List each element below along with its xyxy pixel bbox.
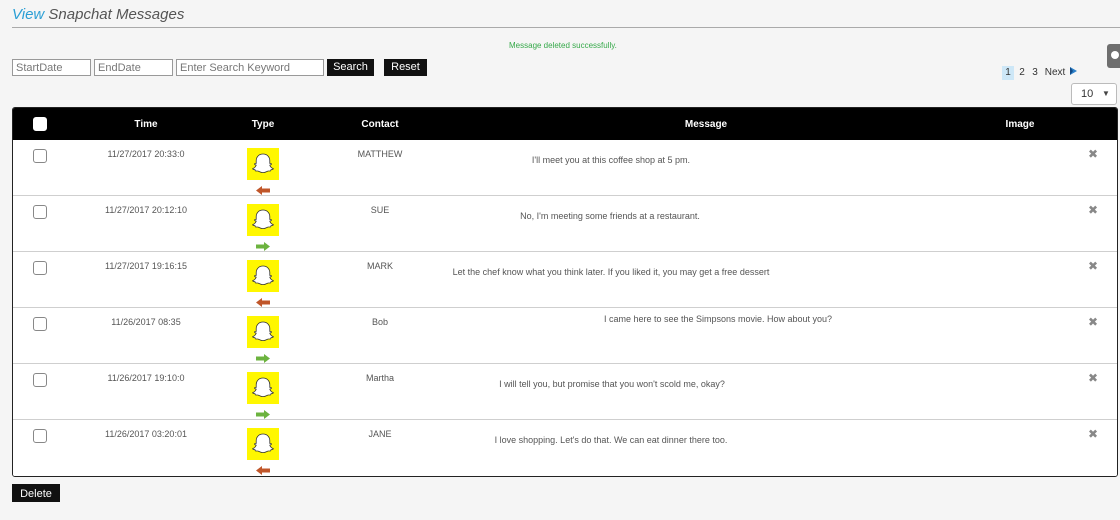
row-checkbox[interactable]: [33, 205, 47, 219]
table-row: 11/27/2017 19:16:15 MARK Let the chef know…: [13, 252, 1117, 308]
next-page-link[interactable]: Next: [1043, 66, 1067, 80]
snapchat-ghost-icon: [247, 204, 279, 236]
message-text: I'll meet you at this coffee shop at 5 p…: [531, 155, 691, 165]
row-checkbox[interactable]: [33, 373, 47, 387]
message-time: 11/27/2017 20:33:0: [107, 149, 185, 159]
message-time: 11/26/2017 08:35: [111, 317, 181, 327]
message-time: 11/27/2017 20:12:10: [105, 205, 187, 215]
snapchat-ghost-icon: [247, 372, 279, 404]
type-cell: [247, 372, 279, 419]
close-icon[interactable]: ✖: [1088, 203, 1098, 217]
type-cell: [247, 260, 279, 307]
outgoing-arrow-icon: [256, 406, 270, 419]
row-checkbox[interactable]: [33, 429, 47, 443]
close-icon[interactable]: ✖: [1088, 427, 1098, 441]
column-header-time[interactable]: Time: [134, 119, 157, 130]
page-3-link[interactable]: 3: [1029, 66, 1041, 80]
select-all-checkbox[interactable]: [33, 117, 47, 131]
column-header-type[interactable]: Type: [252, 119, 275, 130]
end-date-input[interactable]: [94, 59, 173, 76]
snapchat-ghost-icon: [247, 428, 279, 460]
snapchat-ghost-icon: [247, 260, 279, 292]
page-size-value: 10: [1081, 88, 1094, 100]
page-title-text: Snapchat Messages: [44, 6, 185, 23]
table-row: 11/26/2017 03:20:01 JANE I love shopping. …: [13, 420, 1117, 476]
table-row: 11/27/2017 20:33:0 MATTHEW I'll meet you a…: [13, 140, 1117, 196]
close-icon[interactable]: ✖: [1088, 315, 1098, 329]
message-text: I came here to see the Simpsons movie. H…: [603, 314, 833, 324]
messages-table: Time Type Contact Message Image 11/27/20…: [12, 107, 1118, 477]
type-cell: [247, 316, 279, 363]
message-contact: MARK: [366, 261, 394, 271]
reset-button[interactable]: Reset: [384, 59, 427, 76]
message-contact: Bob: [371, 317, 389, 327]
search-keyword-input[interactable]: [176, 59, 324, 76]
table-header: Time Type Contact Message Image: [13, 108, 1117, 140]
message-contact: JANE: [368, 429, 392, 439]
start-date-input[interactable]: [12, 59, 91, 76]
column-header-message[interactable]: Message: [685, 119, 727, 130]
table-row: 11/26/2017 08:35 Bob I came here to see th…: [13, 308, 1117, 364]
close-icon[interactable]: ✖: [1088, 147, 1098, 161]
page-size-select[interactable]: 10 ▼: [1071, 83, 1117, 105]
type-cell: [247, 204, 279, 251]
message-time: 11/26/2017 03:20:01: [105, 429, 187, 439]
message-text: I will tell you, but promise that you wo…: [499, 379, 725, 389]
page-title-view: View: [12, 6, 45, 23]
message-time: 11/26/2017 19:10:0: [107, 373, 185, 383]
column-header-image[interactable]: Image: [1006, 119, 1035, 130]
row-checkbox[interactable]: [33, 317, 47, 331]
incoming-arrow-icon: [256, 462, 270, 475]
row-checkbox[interactable]: [33, 261, 47, 275]
message-contact: SUE: [370, 205, 390, 215]
page-title: View Snapchat Messages: [12, 6, 184, 23]
title-divider: [12, 27, 1120, 28]
incoming-arrow-icon: [256, 182, 270, 195]
message-contact: MATTHEW: [357, 149, 403, 159]
settings-icon: [1111, 51, 1119, 59]
type-cell: [247, 428, 279, 475]
row-checkbox[interactable]: [33, 149, 47, 163]
message-text: Let the chef know what you think later. …: [452, 267, 770, 277]
message-time: 11/27/2017 19:16:15: [105, 261, 187, 271]
page-2-link[interactable]: 2: [1016, 66, 1028, 80]
incoming-arrow-icon: [256, 294, 270, 307]
close-icon[interactable]: ✖: [1088, 371, 1098, 385]
status-message: Message deleted successfully.: [509, 41, 617, 50]
delete-button[interactable]: Delete: [12, 484, 60, 502]
outgoing-arrow-icon: [256, 238, 270, 251]
message-text: No, I'm meeting some friends at a restau…: [520, 211, 700, 221]
snapchat-ghost-icon: [247, 316, 279, 348]
message-contact: Martha: [365, 373, 395, 383]
chevron-down-icon: ▼: [1102, 89, 1110, 98]
outgoing-arrow-icon: [256, 350, 270, 363]
snapchat-ghost-icon: [247, 148, 279, 180]
search-button[interactable]: Search: [327, 59, 374, 76]
table-row: 11/26/2017 19:10:0 Martha I will tell you,…: [13, 364, 1117, 420]
settings-tab[interactable]: [1107, 44, 1120, 68]
next-arrow-icon[interactable]: [1068, 66, 1078, 80]
table-row: 11/27/2017 20:12:10 SUE No, I'm meeting so…: [13, 196, 1117, 252]
close-icon[interactable]: ✖: [1088, 259, 1098, 273]
type-cell: [247, 148, 279, 195]
column-header-contact[interactable]: Contact: [361, 119, 398, 130]
page-1-link[interactable]: 1: [1002, 66, 1014, 80]
message-text: I love shopping. Let's do that. We can e…: [494, 435, 728, 445]
